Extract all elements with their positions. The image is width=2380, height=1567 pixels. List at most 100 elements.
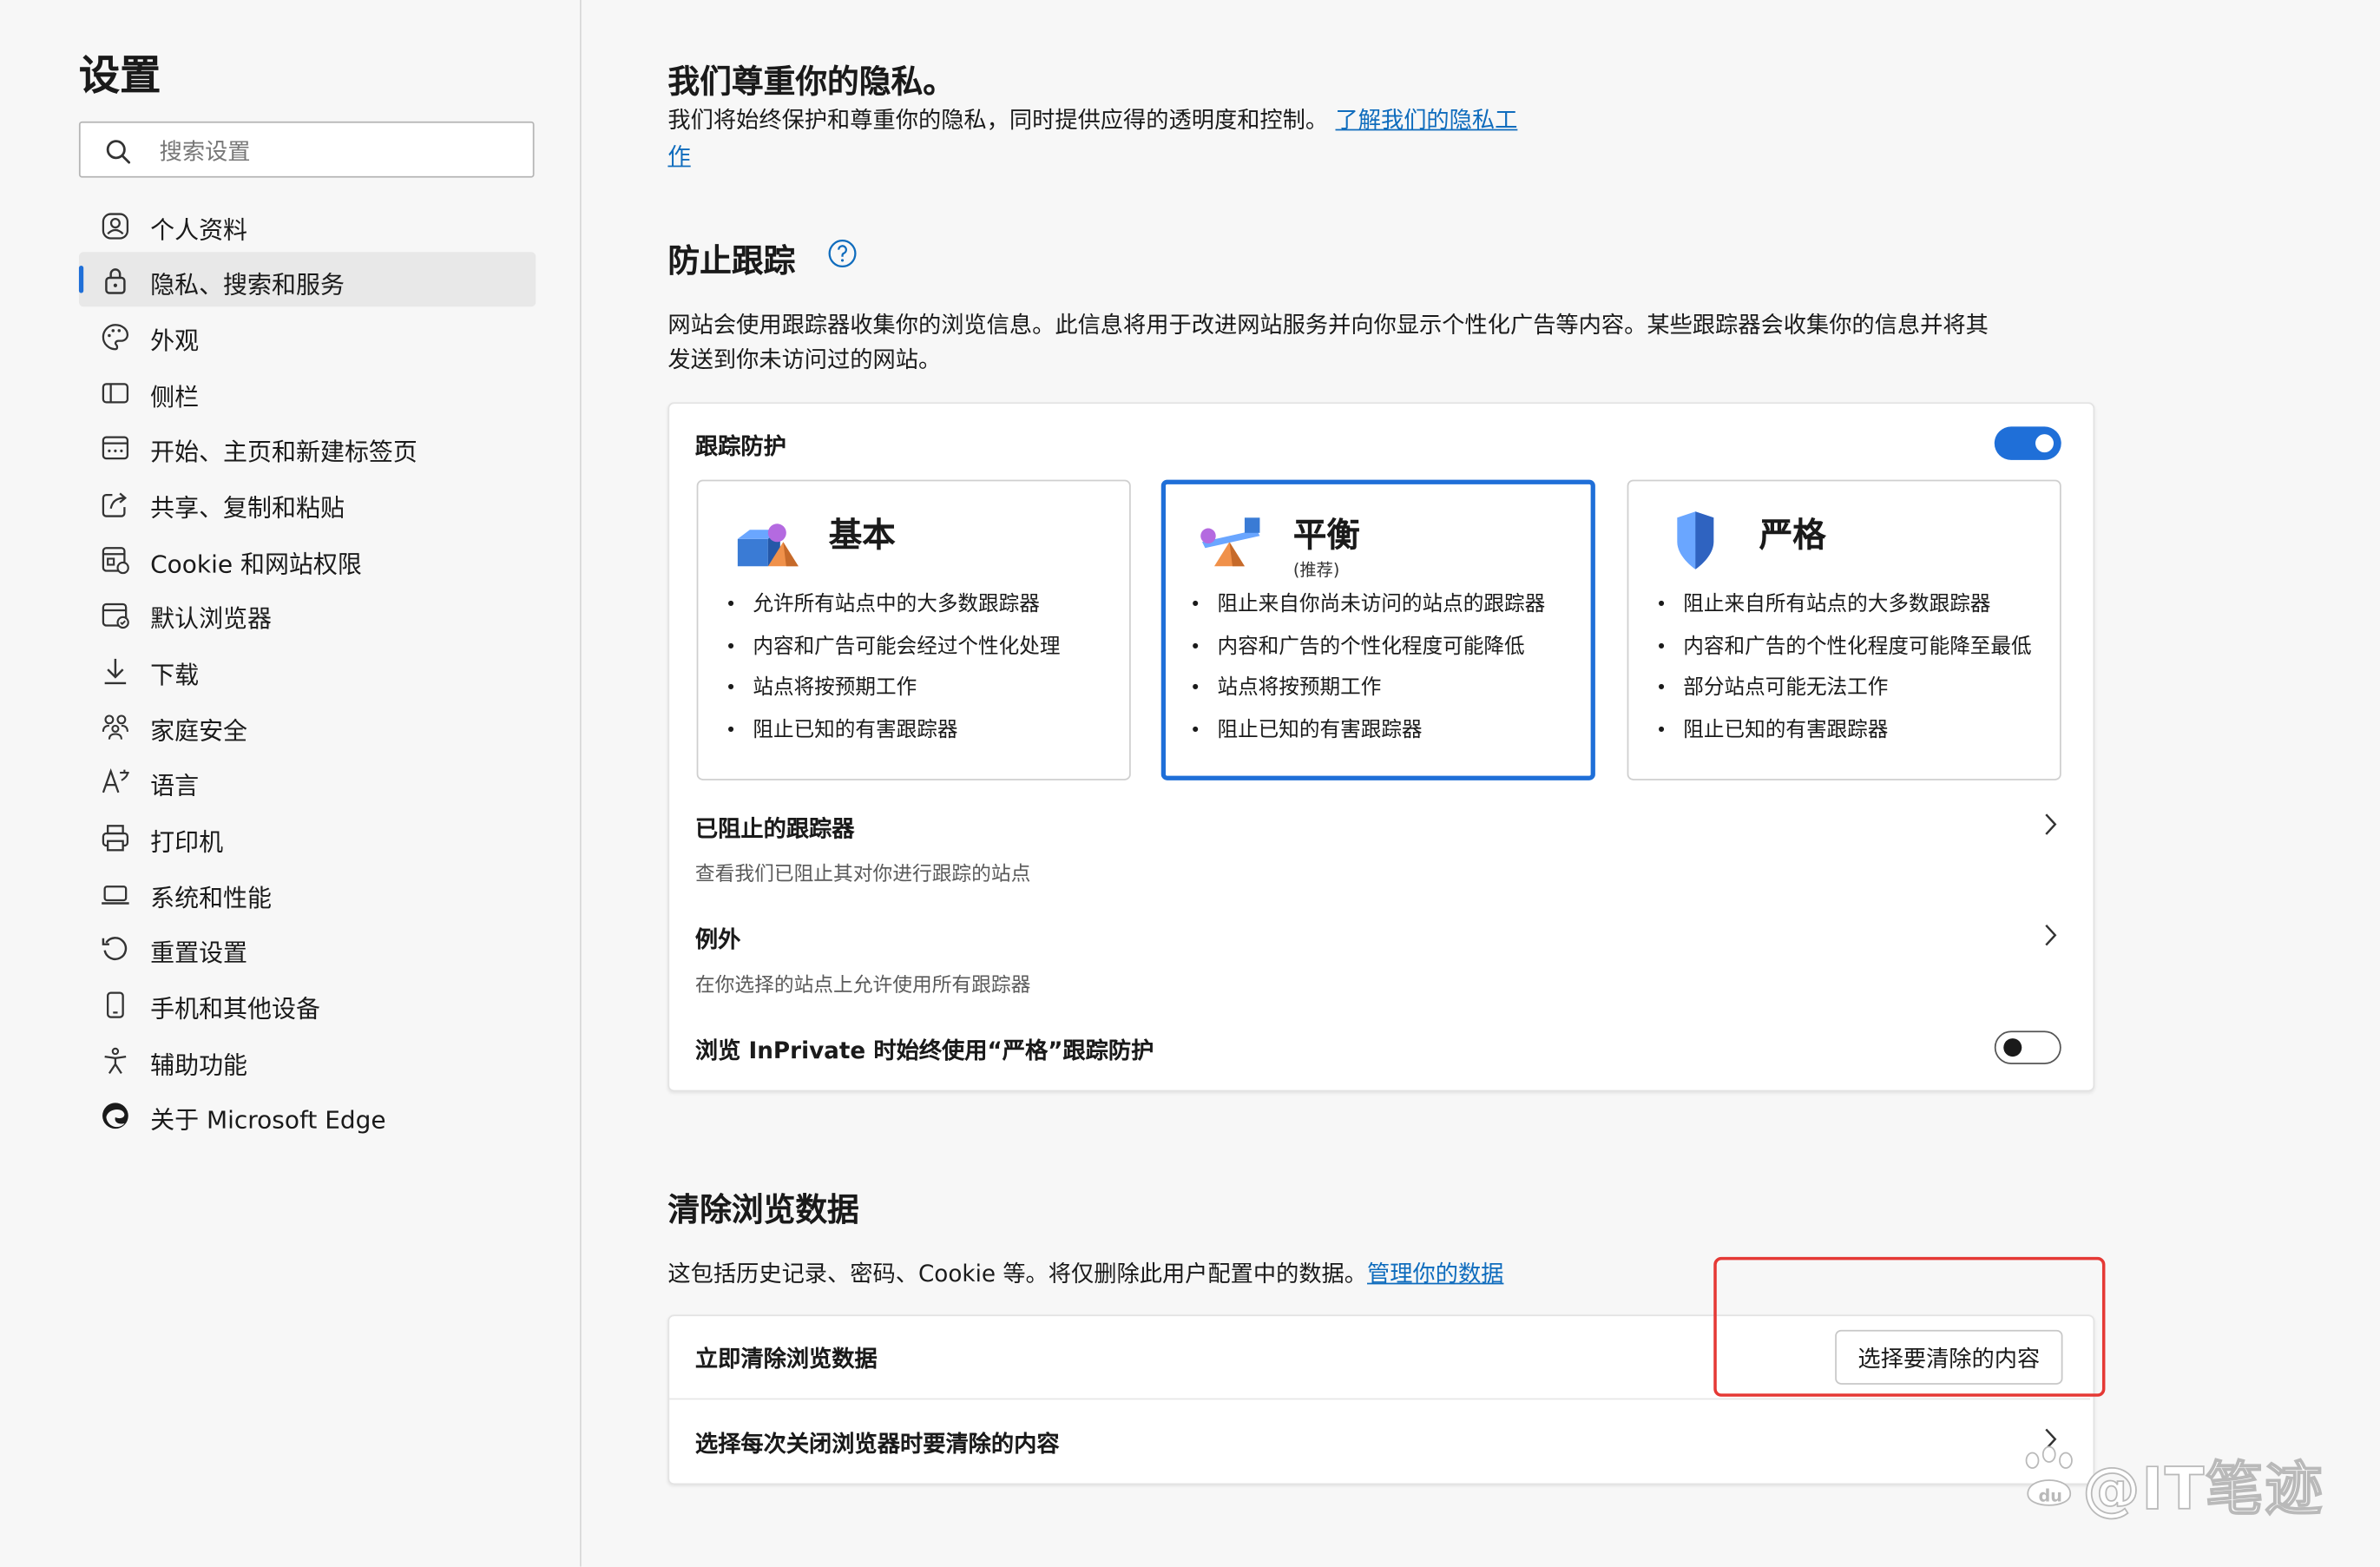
chevron-right-icon: [2045, 925, 2057, 946]
privacy-learn-more-link[interactable]: 了解我们的隐私工: [1336, 106, 1518, 133]
tracking-option-balanced[interactable]: 平衡 (推荐) 阻止来自你尚未访问的站点的跟踪器 内容和广告的个性化程度可能降低…: [1160, 479, 1595, 780]
paw-logo-icon: du: [2025, 1445, 2073, 1506]
sidebar-item-downloads[interactable]: 下载: [79, 642, 536, 697]
option-bullet: 内容和广告的个性化程度可能降至最低: [1653, 626, 2032, 668]
sidebar-item-label: 隐私、搜索和服务: [150, 270, 345, 300]
strict-shield-illustration: [1677, 511, 1714, 570]
help-circle-icon[interactable]: [827, 239, 858, 269]
option-bullets: 阻止来自所有站点的大多数跟踪器 内容和广告的个性化程度可能降至最低 部分站点可能…: [1653, 584, 2032, 752]
sidebar-item-printers[interactable]: 打印机: [79, 809, 536, 864]
chevron-right-icon: [2045, 813, 2057, 835]
option-bullet: 阻止已知的有害跟踪器: [722, 710, 1060, 752]
svg-text:du: du: [2039, 1485, 2062, 1505]
sidebar-item-label: 外观: [150, 326, 200, 356]
family-icon: [102, 714, 128, 740]
sidebar-item-default-browser[interactable]: 默认浏览器: [79, 586, 536, 641]
privacy-title: 我们尊重你的隐私。: [667, 63, 955, 101]
option-bullets: 允许所有站点中的大多数跟踪器 内容和广告可能会经过个性化处理 站点将按预期工作 …: [722, 584, 1061, 752]
watermark-text: @IT笔迹: [2081, 1455, 2324, 1524]
privacy-description: 我们将始终保护和尊重你的隐私，同时提供应得的透明度和控制。 了解我们的隐私工: [667, 103, 1517, 138]
tracking-option-strict[interactable]: 严格 阻止来自所有站点的大多数跟踪器 内容和广告的个性化程度可能降至最低 部分站…: [1627, 479, 2061, 780]
sidebar-item-accessibility[interactable]: 辅助功能: [79, 1032, 536, 1087]
tracking-protection-label: 跟踪防护: [694, 432, 786, 460]
option-bullet: 阻止来自所有站点的大多数跟踪器: [1653, 584, 2031, 626]
tracking-desc-line2: 发送到你未访问过的网站。: [667, 346, 942, 374]
sidebar-item-cookies[interactable]: Cookie 和网站权限: [79, 531, 536, 586]
settings-title: 设置: [78, 53, 161, 101]
clear-on-close-label: 选择每次关闭浏览器时要清除的内容: [694, 1430, 1060, 1458]
profile-icon: [102, 213, 129, 240]
exceptions-desc: 在你选择的站点上允许使用所有跟踪器: [694, 974, 1031, 997]
sidebar-item-label: 下载: [150, 660, 200, 689]
sidebar-item-label: 关于 Microsoft Edge: [150, 1105, 386, 1135]
blocked-trackers-row[interactable]: 已阻止的跟踪器 查看我们已阻止其对你进行跟踪的站点: [669, 801, 2090, 895]
option-recommended: (推荐): [1292, 560, 1340, 581]
sidebar-item-privacy[interactable]: 隐私、搜索和服务: [78, 252, 536, 307]
sidebar-item-sidebar[interactable]: 侧栏: [79, 365, 536, 419]
option-bullet: 站点将按预期工作: [722, 668, 1060, 709]
sidebar-item-label: Cookie 和网站权限: [150, 550, 362, 579]
option-title: 严格: [1759, 517, 1826, 556]
phone-icon: [107, 991, 124, 1018]
sidebar-item-system[interactable]: 系统和性能: [79, 866, 536, 920]
balanced-scale-illustration: [1200, 517, 1260, 567]
sidebar-item-share[interactable]: 共享、复制和粘贴: [79, 475, 536, 530]
option-bullet: 站点将按预期工作: [1187, 668, 1545, 709]
home-tab-icon: [102, 436, 129, 460]
browser-icon: [102, 602, 129, 629]
sidebar-item-appearance[interactable]: 外观: [79, 308, 536, 363]
option-bullet: 阻止已知的有害跟踪器: [1653, 710, 2031, 752]
sidebar-item-label: 共享、复制和粘贴: [150, 493, 345, 523]
tracking-option-basic[interactable]: 基本 允许所有站点中的大多数跟踪器 内容和广告可能会经过个性化处理 站点将按预期…: [696, 479, 1131, 780]
toggle-knob: [2035, 434, 2054, 453]
option-bullet: 内容和广告可能会经过个性化处理: [722, 626, 1061, 668]
option-bullets: 阻止来自你尚未访问的站点的跟踪器 内容和广告的个性化程度可能降低 站点将按预期工…: [1187, 584, 1545, 751]
sidebar-item-languages[interactable]: 语言: [79, 753, 536, 807]
basic-shapes-illustration: [737, 523, 799, 567]
sidebar-item-label: 个人资料: [150, 215, 248, 245]
privacy-link-cont: 作: [667, 140, 690, 174]
system-icon: [102, 886, 129, 905]
accessibility-icon: [104, 1047, 127, 1074]
annotation-highlight-box: [1713, 1256, 2106, 1397]
sidebar-item-family[interactable]: 家庭安全: [79, 698, 536, 753]
privacy-learn-more-link-cont[interactable]: 作: [667, 142, 690, 169]
search-input[interactable]: [156, 132, 512, 172]
manage-data-link[interactable]: 管理你的数据: [1367, 1260, 1503, 1287]
blocked-trackers-desc: 查看我们已阻止其对你进行跟踪的站点: [694, 864, 1031, 887]
sidebar-item-label: 手机和其他设备: [150, 994, 321, 1024]
sidebar-item-start-home[interactable]: 开始、主页和新建标签页: [79, 419, 536, 474]
option-title: 基本: [828, 517, 896, 556]
sidebar-item-label: 家庭安全: [150, 716, 248, 746]
sidebar-item-reset[interactable]: 重置设置: [79, 920, 536, 975]
option-bullet: 阻止已知的有害跟踪器: [1187, 710, 1545, 752]
share-icon: [102, 492, 128, 517]
sidebar-item-profile[interactable]: 个人资料: [79, 197, 536, 252]
blocked-trackers-title: 已阻止的跟踪器: [694, 815, 855, 843]
download-icon: [104, 658, 127, 685]
clear-on-close-row[interactable]: 选择每次关闭浏览器时要清除的内容: [669, 1399, 2090, 1480]
lock-icon: [105, 268, 126, 294]
search-box[interactable]: [78, 121, 535, 178]
option-bullet: 部分站点可能无法工作: [1653, 668, 2031, 709]
exceptions-title: 例外: [694, 925, 741, 954]
tracking-title: 防止跟踪: [667, 242, 796, 280]
tracking-protection-toggle[interactable]: [1994, 426, 2061, 460]
sidebar-item-phone[interactable]: 手机和其他设备: [79, 976, 536, 1030]
sidebar-item-label: 系统和性能: [150, 883, 273, 912]
clear-data-description: 这包括历史记录、密码、Cookie 等。将仅删除此用户配置中的数据。管理你的数据: [667, 1257, 1503, 1292]
sidebar-item-label: 默认浏览器: [150, 603, 273, 634]
sidebar-item-about[interactable]: 关于 Microsoft Edge: [79, 1087, 536, 1142]
clear-now-label: 立即清除浏览数据: [694, 1345, 878, 1373]
sidebar-icon: [102, 383, 129, 404]
exceptions-row[interactable]: 例外 在你选择的站点上允许使用所有跟踪器: [669, 912, 2090, 1006]
inprivate-strict-toggle[interactable]: [1994, 1030, 2061, 1064]
sidebar-item-label: 侧栏: [150, 382, 200, 412]
palette-icon: [102, 324, 129, 351]
search-icon: [106, 140, 131, 164]
sidebar-item-label: 开始、主页和新建标签页: [150, 437, 417, 466]
option-title: 平衡: [1292, 517, 1360, 556]
privacy-desc-text: 我们将始终保护和尊重你的隐私，同时提供应得的透明度和控制。: [667, 106, 1329, 134]
clear-data-desc-text: 这包括历史记录、密码、Cookie 等。将仅删除此用户配置中的数据。: [667, 1260, 1368, 1287]
edge-logo-icon: [102, 1103, 128, 1129]
